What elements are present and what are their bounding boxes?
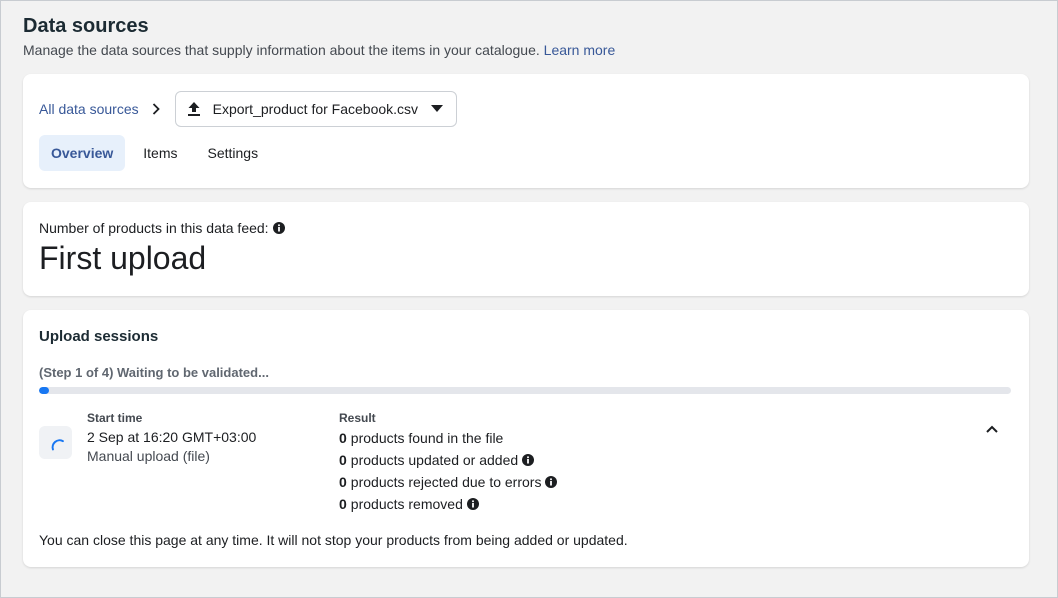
subtitle-text: Manage the data sources that supply info… (23, 42, 540, 58)
loading-spinner-icon (39, 426, 72, 459)
result-text: products found in the file (350, 430, 504, 446)
result-row: 0 products found in the file (339, 429, 557, 447)
upload-type: Manual upload (file) (87, 448, 210, 464)
result-label: Result (339, 411, 376, 425)
result-count: 0 (339, 496, 347, 512)
result-count: 0 (339, 452, 347, 468)
source-nav-card: All data sources Export_product for Face… (23, 74, 1029, 188)
learn-more-link[interactable]: Learn more (544, 42, 616, 58)
product-count-value: First upload (39, 240, 207, 276)
collapse-session-button[interactable] (981, 418, 1003, 440)
all-data-sources-link[interactable]: All data sources (39, 101, 139, 117)
info-icon[interactable] (272, 222, 285, 234)
tab-overview[interactable]: Overview (39, 135, 126, 171)
upload-progress-bar (39, 387, 1011, 394)
result-row: 0 products removed (339, 495, 557, 513)
page-title: Data sources (23, 15, 149, 37)
close-page-note: You can close this page at any time. It … (39, 532, 628, 548)
selected-source-name: Export_product for Facebook.csv (212, 101, 419, 117)
result-text: products updated or added (350, 452, 519, 468)
breadcrumb: All data sources Export_product for Face… (39, 91, 458, 127)
result-text: products removed (350, 496, 463, 512)
chevron-up-icon (986, 425, 998, 433)
page-header: Data sources Manage the data sources tha… (23, 15, 615, 58)
product-count-label: Number of products in this data feed: (39, 220, 269, 236)
source-tabs: Overview Items Settings (39, 135, 276, 171)
upload-icon (184, 99, 204, 119)
result-count: 0 (339, 474, 347, 490)
tab-items[interactable]: Items (131, 135, 189, 171)
chevron-right-icon (147, 100, 165, 118)
result-column: Result 0 products found in the file 0 pr… (339, 411, 558, 513)
data-source-dropdown[interactable]: Export_product for Facebook.csv (174, 91, 458, 127)
product-count-label-row: Number of products in this data feed: (39, 220, 285, 236)
info-icon[interactable] (545, 476, 558, 488)
upload-step-status: (Step 1 of 4) Waiting to be validated... (39, 365, 269, 380)
start-time-column: Start time 2 Sep at 16:20 GMT+03:00 Manu… (87, 411, 256, 464)
result-text: products rejected due to errors (350, 474, 542, 490)
page-subtitle: Manage the data sources that supply info… (23, 42, 615, 58)
upload-progress-fill (39, 387, 49, 394)
result-row: 0 products updated or added (339, 451, 557, 469)
info-icon[interactable] (522, 454, 535, 466)
info-icon[interactable] (466, 498, 479, 510)
result-count: 0 (339, 430, 347, 446)
product-count-card: Number of products in this data feed: Fi… (23, 202, 1029, 296)
start-time-label: Start time (87, 411, 143, 425)
upload-sessions-title: Upload sessions (39, 328, 159, 345)
start-time-value: 2 Sep at 16:20 GMT+03:00 (87, 429, 257, 445)
upload-sessions-card: Upload sessions (Step 1 of 4) Waiting to… (23, 310, 1029, 567)
result-row: 0 products rejected due to errors (339, 473, 558, 491)
page-frame: Data sources Manage the data sources tha… (0, 0, 1058, 598)
tab-settings[interactable]: Settings (196, 135, 271, 171)
caret-down-icon (430, 104, 444, 114)
